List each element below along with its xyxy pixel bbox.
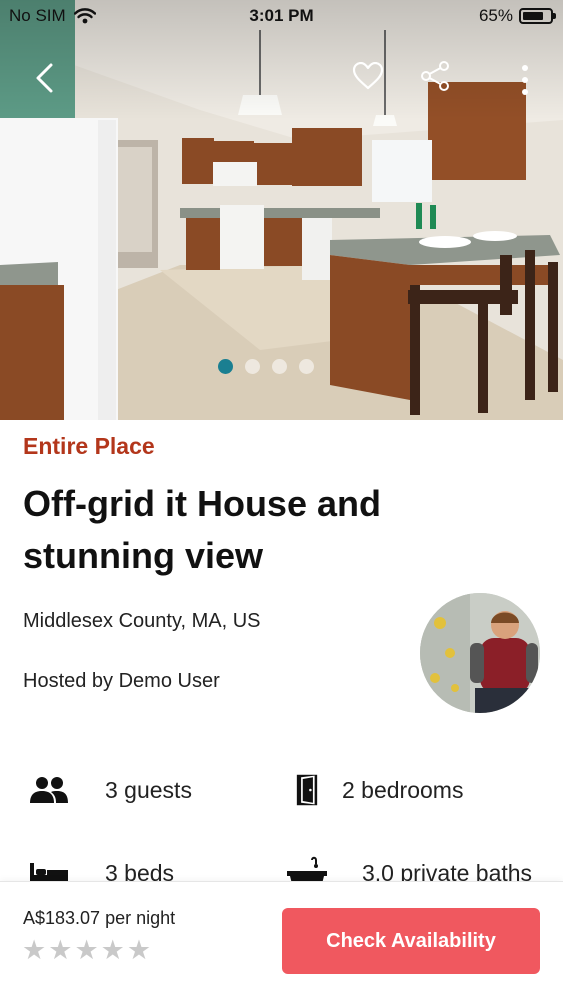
more-options-button[interactable] bbox=[503, 58, 547, 102]
more-icon bbox=[522, 65, 528, 95]
status-bar: No SIM 3:01 PM 65% bbox=[0, 0, 563, 32]
star-icon: ★ bbox=[48, 935, 73, 965]
battery-group: 65% bbox=[478, 6, 556, 26]
listing-location: Middlesex County, MA, US bbox=[23, 610, 261, 632]
gallery-pagination bbox=[218, 359, 314, 374]
heart-icon bbox=[352, 62, 384, 90]
share-icon bbox=[421, 61, 449, 91]
back-icon bbox=[36, 63, 53, 93]
amenity-bedrooms: 2 bedrooms bbox=[296, 770, 463, 810]
battery-percent: 65% bbox=[478, 6, 513, 25]
listing-title: Off-grid it House and stunning view bbox=[23, 483, 381, 576]
share-button[interactable] bbox=[413, 54, 457, 98]
star-icon: ★ bbox=[74, 935, 99, 965]
star-icon: ★ bbox=[126, 935, 152, 965]
guests-value: 3 guests bbox=[105, 776, 192, 803]
gallery-dot[interactable] bbox=[218, 359, 233, 374]
star-icon: ★ bbox=[100, 935, 125, 965]
star-icon: ★ bbox=[22, 935, 47, 965]
place-type-label: Entire Place bbox=[23, 433, 155, 459]
nightly-price: A$183.07 per night bbox=[23, 908, 176, 928]
host-avatar[interactable] bbox=[420, 593, 540, 713]
gallery-dot[interactable] bbox=[299, 359, 314, 374]
battery-icon bbox=[519, 8, 556, 24]
gallery-dot[interactable] bbox=[245, 359, 260, 374]
amenity-guests: 3 guests bbox=[29, 770, 192, 810]
kitchen-photo bbox=[0, 0, 563, 420]
host-label: Hosted by Demo User bbox=[23, 670, 220, 692]
bedrooms-value: 2 bedrooms bbox=[342, 776, 464, 803]
avatar-photo bbox=[420, 593, 540, 713]
check-availability-button[interactable]: Check Availability bbox=[282, 908, 540, 974]
back-button[interactable] bbox=[22, 56, 66, 100]
gallery-dot[interactable] bbox=[272, 359, 287, 374]
rating-stars: ★ ★ ★ ★ ★ bbox=[22, 937, 151, 964]
listing-photo-gallery[interactable] bbox=[0, 0, 563, 420]
favorite-button[interactable] bbox=[346, 54, 390, 98]
door-icon bbox=[296, 774, 318, 806]
guests-icon bbox=[30, 777, 68, 803]
booking-bar: A$183.07 per night ★ ★ ★ ★ ★ Check Avail… bbox=[0, 881, 563, 1000]
